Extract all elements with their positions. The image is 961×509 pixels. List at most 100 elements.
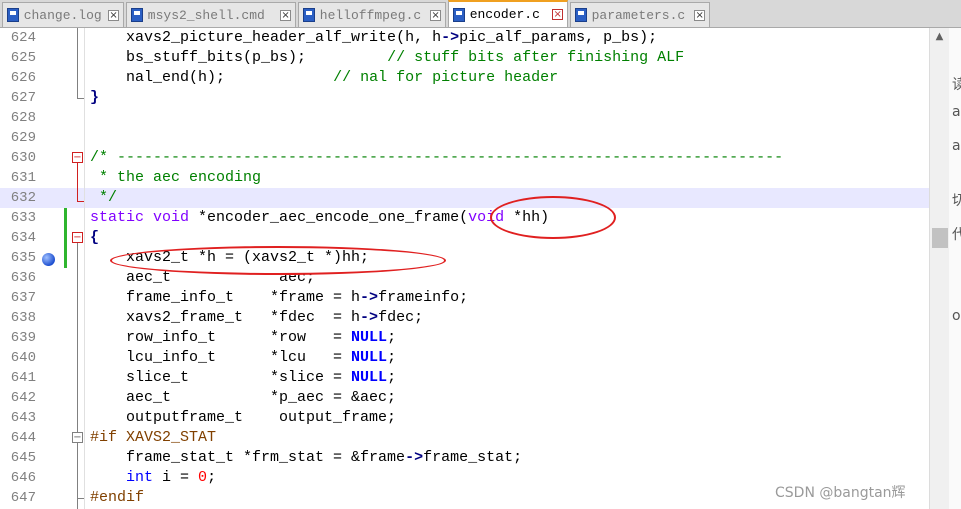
close-icon[interactable]: × [280, 9, 291, 21]
code-token: frame_stat_t *frm_stat = &frame [90, 449, 406, 466]
code-line: 627 } [0, 88, 929, 108]
code-token: xavs2_frame_t *fdec = h [90, 309, 361, 326]
tab-msys2-shell[interactable]: msys2_shell.cmd × [126, 2, 296, 27]
line-number: 625 [10, 50, 36, 66]
annotation-ellipse [110, 246, 446, 275]
line-number: 642 [10, 390, 36, 406]
code-text: static void *encoder_aec_encode_one_fram… [90, 208, 549, 228]
code-number: 0 [198, 469, 208, 486]
fold-toggle-icon[interactable]: − [72, 152, 83, 163]
bookmark-icon[interactable] [42, 253, 55, 266]
code-token: *encoder_aec_encode_one_frame( [189, 209, 469, 226]
code-line: 624 xavs2_picture_header_alf_write(h, h-… [0, 28, 929, 48]
code-token: (p_bs); [243, 49, 388, 66]
tab-encoder[interactable]: encoder.c × [448, 0, 568, 27]
code-line: 641 slice_t *slice = NULL; [0, 368, 929, 388]
code-line: 634 { [0, 228, 929, 248]
code-line: 630 /* ---------------------------------… [0, 148, 929, 168]
code-token: -> [360, 289, 379, 306]
code-preprocessor: #if XAVS2_STAT [90, 429, 217, 446]
line-number: 647 [10, 490, 36, 506]
line-number: 629 [10, 130, 36, 146]
adjacent-text: a [952, 104, 961, 120]
code-token: nal_end [90, 69, 190, 86]
line-number: 637 [10, 290, 36, 306]
line-number: 640 [10, 350, 36, 366]
code-token: ; [207, 469, 217, 486]
file-icon [575, 8, 587, 22]
line-number: 633 [10, 210, 36, 226]
line-number: 632 [10, 190, 36, 206]
close-icon[interactable]: × [552, 9, 563, 20]
code-keyword: NULL [351, 369, 388, 386]
line-number: 636 [10, 270, 36, 286]
line-number: 639 [10, 330, 36, 346]
change-marker [64, 228, 67, 268]
code-comment: /* -------------------------------------… [90, 149, 784, 166]
line-number: 643 [10, 410, 36, 426]
code-line: 645 frame_stat_t *frm_stat = &frame->fra… [0, 448, 929, 468]
code-line-current: 632 */ [0, 188, 929, 208]
fold-toggle-icon[interactable]: − [72, 232, 83, 243]
code-token: -> [441, 29, 460, 46]
code-comment: // stuff bits after finishing ALF [387, 49, 685, 66]
line-number: 638 [10, 310, 36, 326]
fold-line [77, 163, 78, 201]
code-line: 644 #if XAVS2_STAT [0, 428, 929, 448]
file-icon [453, 7, 465, 22]
scroll-up-arrow-icon[interactable]: ▲ [930, 28, 949, 46]
tab-parameters[interactable]: parameters.c × [570, 2, 710, 27]
code-token: row_info_t *row = [90, 329, 352, 346]
code-token: -> [405, 449, 424, 466]
code-text: frame_info_t *frame = h->frameinfo; [90, 288, 468, 308]
code-text: row_info_t *row = NULL; [90, 328, 396, 348]
fold-line [77, 28, 78, 98]
code-token: xavs2_picture_header_alf_write [90, 29, 397, 46]
code-token: lcu_info_t *lcu = [90, 349, 352, 366]
code-text: xavs2_frame_t *fdec = h->fdec; [90, 308, 423, 328]
code-comment: * the aec encoding [90, 169, 262, 186]
code-text: lcu_info_t *lcu = NULL; [90, 348, 396, 368]
line-number: 626 [10, 70, 36, 86]
code-line: 636 aec_t aec; [0, 268, 929, 288]
close-icon[interactable]: × [430, 9, 441, 21]
code-text: nal_end(h); // nal for picture header [90, 68, 558, 88]
code-line: 640 lcu_info_t *lcu = NULL; [0, 348, 929, 368]
code-line: 633 static void *encoder_aec_encode_one_… [0, 208, 929, 228]
code-token: ; [387, 349, 397, 366]
code-line: 642 aec_t *p_aec = &aec; [0, 388, 929, 408]
close-icon[interactable]: × [694, 9, 705, 21]
code-token: bs_stuff_bits [90, 49, 244, 66]
code-line: 643 outputframe_t output_frame; [0, 408, 929, 428]
code-text: frame_stat_t *frm_stat = &frame->frame_s… [90, 448, 522, 468]
code-text: slice_t *slice = NULL; [90, 368, 396, 388]
code-text: aec_t *p_aec = &aec; [90, 389, 397, 406]
fold-end [77, 201, 84, 202]
fold-margin-divider [84, 28, 85, 509]
code-token: -> [360, 309, 379, 326]
vertical-scrollbar[interactable]: ▲ [929, 28, 949, 509]
fold-toggle-icon[interactable]: − [72, 432, 83, 443]
code-line: 628 [0, 108, 929, 128]
adjacent-text: 切 [952, 193, 961, 209]
tab-label: parameters.c [591, 7, 686, 23]
tab-change-log[interactable]: change.log × [2, 2, 124, 27]
file-icon [7, 8, 19, 22]
code-token: frame_info_t *frame = h [90, 289, 361, 306]
tab-helloffmpeg[interactable]: helloffmpeg.c × [298, 2, 446, 27]
code-text: int i = 0; [90, 468, 216, 488]
line-number: 634 [10, 230, 36, 246]
change-marker [64, 208, 67, 228]
adjacent-text: a [952, 138, 961, 154]
close-icon[interactable]: × [108, 9, 119, 21]
line-number: 631 [10, 170, 36, 186]
code-token: fdec; [378, 309, 424, 326]
scrollbar-thumb[interactable] [932, 228, 948, 248]
code-line: 629 [0, 128, 929, 148]
code-text: bs_stuff_bits(p_bs); // stuff bits after… [90, 48, 684, 68]
file-icon [131, 8, 143, 22]
code-keyword: NULL [351, 329, 388, 346]
code-comment: // nal for picture header [333, 69, 559, 86]
code-line: 637 frame_info_t *frame = h->frameinfo; [0, 288, 929, 308]
code-token: (h, h [396, 29, 442, 46]
